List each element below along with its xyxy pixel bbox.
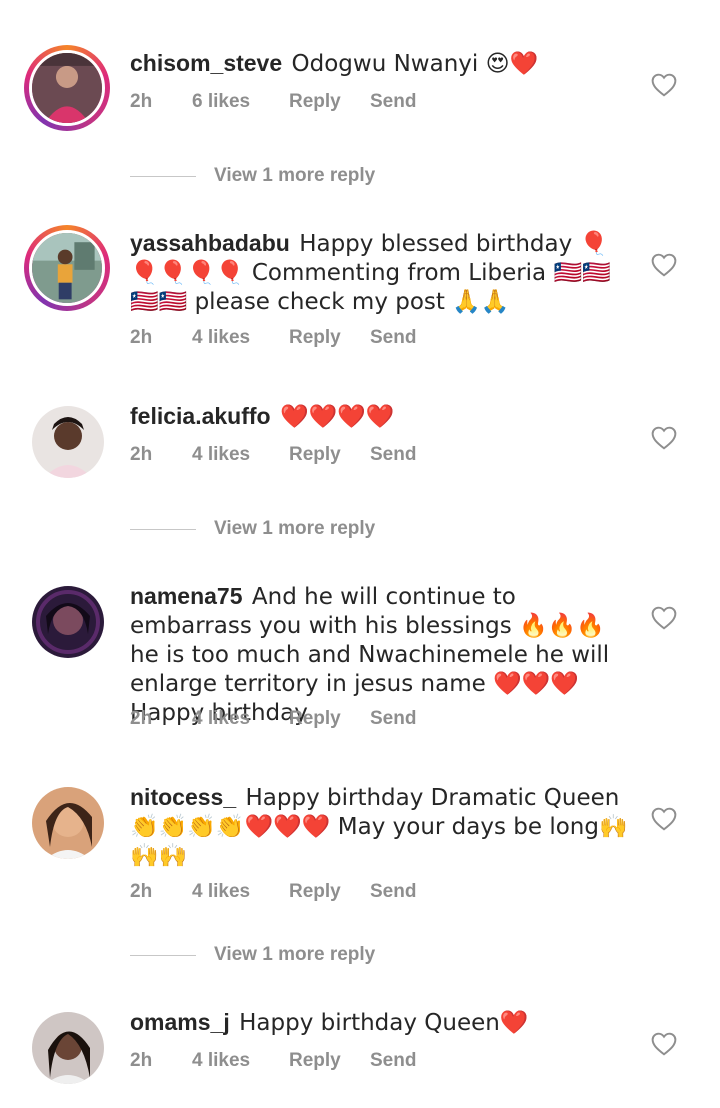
reply-button[interactable]: Reply bbox=[289, 444, 341, 466]
reply-button[interactable]: Reply bbox=[289, 327, 341, 349]
heart-outline-icon[interactable] bbox=[651, 73, 677, 97]
view-more-label[interactable]: View 1 more reply bbox=[214, 518, 375, 540]
comment-username[interactable]: yassahbadabu bbox=[130, 230, 290, 256]
comment-username[interactable]: chisom_steve bbox=[130, 50, 282, 76]
reply-button[interactable]: Reply bbox=[289, 708, 341, 730]
avatar bbox=[29, 230, 105, 306]
view-more-label[interactable]: View 1 more reply bbox=[214, 165, 375, 187]
comment-time: 2h bbox=[130, 1050, 153, 1071]
likes-count[interactable]: 6 likes bbox=[192, 91, 250, 113]
heart-outline-icon[interactable] bbox=[651, 1032, 677, 1056]
avatar-wrapper[interactable] bbox=[32, 787, 104, 859]
comment-text-block: yassahbadabu Happy blessed birthday 🎈🎈🎈🎈… bbox=[130, 229, 630, 316]
avatar-wrapper[interactable] bbox=[32, 586, 104, 658]
reply-button[interactable]: Reply bbox=[289, 91, 341, 113]
comment-time: 2h bbox=[130, 881, 153, 902]
divider-line bbox=[130, 176, 196, 177]
avatar-wrapper[interactable] bbox=[32, 1012, 104, 1084]
comment-username[interactable]: namena75 bbox=[130, 583, 243, 609]
comment-text-block: nitocess_ Happy birthday Dramatic Queen👏… bbox=[130, 783, 630, 870]
avatar-wrapper[interactable] bbox=[32, 406, 104, 478]
comment-time: 2h bbox=[130, 444, 153, 465]
send-button[interactable]: Send bbox=[370, 91, 416, 113]
reply-button[interactable]: Reply bbox=[289, 881, 341, 903]
comment-time: 2h bbox=[130, 708, 153, 729]
comment-text-block: felicia.akuffo ❤️❤️❤️❤️ bbox=[130, 402, 630, 431]
comment-text-block: namena75 And he will continue to embarra… bbox=[130, 582, 630, 727]
divider-line bbox=[130, 529, 196, 530]
likes-count[interactable]: 4 likes bbox=[192, 444, 250, 466]
comment-time: 2h bbox=[130, 91, 153, 112]
comment-username[interactable]: felicia.akuffo bbox=[130, 403, 271, 429]
likes-count[interactable]: 4 likes bbox=[192, 1050, 250, 1072]
send-button[interactable]: Send bbox=[370, 444, 416, 466]
send-button[interactable]: Send bbox=[370, 708, 416, 730]
avatar-story-ring[interactable] bbox=[24, 225, 110, 311]
comment-body: Happy birthday Queen❤️ bbox=[239, 1010, 529, 1036]
send-button[interactable]: Send bbox=[370, 1050, 416, 1072]
heart-outline-icon[interactable] bbox=[651, 807, 677, 831]
reply-button[interactable]: Reply bbox=[289, 1050, 341, 1072]
avatar-story-ring[interactable] bbox=[24, 45, 110, 131]
comment-username[interactable]: omams_j bbox=[130, 1009, 230, 1035]
comment-username[interactable]: nitocess_ bbox=[130, 784, 236, 810]
comment-body: Odogwu Nwanyi 😍❤️ bbox=[291, 51, 539, 77]
comment-text-block: chisom_steve Odogwu Nwanyi 😍❤️ bbox=[130, 49, 630, 78]
avatar bbox=[32, 1012, 104, 1084]
likes-count[interactable]: 4 likes bbox=[192, 881, 250, 903]
heart-outline-icon[interactable] bbox=[651, 253, 677, 277]
heart-outline-icon[interactable] bbox=[651, 606, 677, 630]
avatar bbox=[29, 50, 105, 126]
likes-count[interactable]: 4 likes bbox=[192, 327, 250, 349]
view-more-label[interactable]: View 1 more reply bbox=[214, 944, 375, 966]
avatar bbox=[32, 586, 104, 658]
heart-outline-icon[interactable] bbox=[651, 426, 677, 450]
comment-body: ❤️❤️❤️❤️ bbox=[280, 404, 395, 430]
avatar bbox=[32, 406, 104, 478]
avatar bbox=[32, 787, 104, 859]
send-button[interactable]: Send bbox=[370, 327, 416, 349]
divider-line bbox=[130, 955, 196, 956]
comment-text-block: omams_j Happy birthday Queen❤️ bbox=[130, 1008, 630, 1037]
comment-time: 2h bbox=[130, 327, 153, 348]
send-button[interactable]: Send bbox=[370, 881, 416, 903]
likes-count[interactable]: 4 likes bbox=[192, 708, 250, 730]
